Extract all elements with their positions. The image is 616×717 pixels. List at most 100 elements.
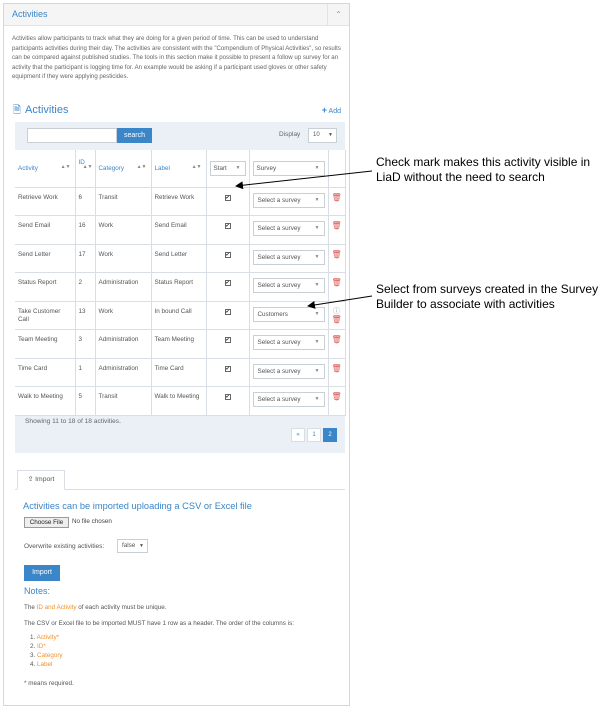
table-row: Send Email 16 Work Send Email ✔ Select a surv…: [15, 215, 346, 245]
start-checkbox[interactable]: ✔: [224, 337, 231, 343]
page-prev-button[interactable]: «: [291, 428, 305, 442]
start-checkbox[interactable]: ✔: [224, 280, 231, 286]
cell-start: ✔: [206, 386, 250, 416]
cell-start: ✔: [206, 215, 250, 245]
caret-down-icon: ▼: [314, 253, 320, 260]
survey-select[interactable]: Select a survey ▼: [252, 335, 325, 350]
choose-file-button[interactable]: Choose File: [24, 517, 69, 528]
survey-select[interactable]: Select a survey ▼: [252, 278, 325, 293]
overwrite-label: Overwrite existing activities:: [24, 543, 105, 550]
cell-category: Administration: [95, 272, 152, 302]
column-header-id[interactable]: ID ▲▼: [75, 150, 96, 188]
caret-down-icon: ▼: [314, 225, 320, 231]
cell-actions: 🗑: [328, 244, 346, 273]
plus-icon: +: [321, 105, 327, 115]
trash-icon[interactable]: 🗑: [332, 335, 342, 344]
search-input[interactable]: [27, 128, 117, 143]
survey-filter-select[interactable]: Survey ▼: [252, 160, 325, 176]
start-checkbox[interactable]: ✔: [224, 223, 231, 229]
cell-label: Send Letter: [151, 244, 207, 273]
cell-survey: Select a survey ▼: [249, 187, 329, 216]
panel-title: Activities: [12, 9, 48, 19]
column-header-survey[interactable]: Survey ▼: [249, 150, 329, 188]
import-heading: Activities can be imported uploading a C…: [23, 501, 252, 511]
cell-activity: Take Customer Call: [15, 301, 76, 330]
column-header-label[interactable]: Label ▲▼: [151, 150, 207, 188]
trash-icon[interactable]: 🗑: [332, 392, 342, 401]
caret-down-icon: ▼: [235, 164, 241, 171]
table-row: Retrieve Work 6 Transit Retrieve Work ✔ Selec…: [15, 187, 346, 216]
cell-start: ✔: [206, 329, 250, 359]
cell-id: 16: [75, 215, 96, 245]
sort-icon: ▲▼: [60, 164, 71, 170]
survey-select[interactable]: Select a survey ▼: [252, 249, 325, 265]
cell-label: Send Email: [151, 215, 207, 245]
trash-icon[interactable]: 🗑: [332, 193, 342, 202]
sort-icon: ▲▼: [191, 164, 202, 170]
display-count-select[interactable]: 10 ▼: [308, 128, 337, 143]
column-header-activity[interactable]: Activity ▲▼: [15, 150, 76, 188]
cell-id: 6: [75, 187, 96, 216]
cell-activity: Retrieve Work: [15, 187, 76, 216]
cell-category: Transit: [95, 386, 152, 416]
search-button[interactable]: search: [117, 128, 152, 143]
display-label: Display: [279, 131, 301, 138]
survey-select[interactable]: Select a survey ▼: [252, 363, 325, 379]
page-1-button[interactable]: 1: [307, 428, 321, 442]
start-checkbox[interactable]: ✔: [224, 308, 231, 315]
activities-table-area: search Display 10 ▼ Activity ▲▼ ID ▲▼ Cate…: [15, 122, 346, 453]
survey-select[interactable]: Customers ▼: [252, 306, 325, 322]
cell-label: Walk to Meeting: [151, 386, 207, 416]
cell-start: ✔: [206, 358, 250, 387]
column-header-category[interactable]: Category ▲▼: [95, 150, 152, 188]
caret-down-icon: ▼: [314, 310, 320, 317]
start-checkbox[interactable]: ✔: [224, 194, 231, 201]
cell-id: 1: [75, 358, 96, 387]
trash-icon[interactable]: 🗑: [332, 364, 342, 373]
cell-activity: Time Card: [15, 358, 76, 387]
cell-survey: Select a survey ▼: [249, 215, 329, 245]
survey-select[interactable]: Select a survey ▼: [252, 192, 325, 208]
trash-icon[interactable]: 🗑: [332, 278, 342, 287]
cell-start: ✔: [206, 272, 250, 302]
cell-id: 3: [75, 329, 96, 359]
survey-select[interactable]: Select a survey ▼: [252, 221, 325, 236]
column-header-start[interactable]: Start ▼: [206, 150, 250, 188]
column-header-actions: [328, 150, 346, 188]
cell-actions: 🗑: [328, 187, 346, 216]
table-row: Walk to Meeting 5 Transit Walk to Meeting ✔ S…: [15, 386, 346, 416]
list-item: 3. Category: [30, 652, 63, 659]
cell-id: 5: [75, 386, 96, 416]
overwrite-select[interactable]: false ▼: [117, 539, 148, 553]
import-button[interactable]: Import: [24, 565, 60, 581]
start-checkbox[interactable]: ✔: [224, 365, 231, 372]
cell-category: Work: [95, 301, 152, 330]
caret-down-icon: ▼: [314, 396, 320, 402]
page-2-button[interactable]: 2: [323, 428, 337, 442]
cell-category: Transit: [95, 187, 152, 216]
cell-survey: Select a survey ▼: [249, 386, 329, 416]
chevron-up-icon[interactable]: ⌃: [327, 4, 349, 25]
survey-select[interactable]: Select a survey ▼: [252, 392, 325, 407]
list-item: 2. ID*: [30, 643, 46, 650]
cell-activity: Send Letter: [15, 244, 76, 273]
trash-icon[interactable]: 🗑: [332, 250, 342, 259]
upload-icon: ⇪: [27, 476, 34, 483]
start-filter-select[interactable]: Start ▼: [209, 160, 246, 176]
add-activity-button[interactable]: + Add: [322, 105, 341, 115]
caret-down-icon: ▼: [139, 543, 144, 549]
start-checkbox[interactable]: ✔: [224, 251, 231, 258]
columns-order-list: 1. Activity* 2. ID* 3. Category 4. Label: [30, 633, 63, 669]
activities-panel: Activities ⌃ Activities allow participan…: [3, 3, 350, 706]
cell-activity: Team Meeting: [15, 329, 76, 359]
cell-actions: 🗑: [328, 329, 346, 359]
start-checkbox[interactable]: ✔: [224, 394, 231, 400]
caret-down-icon: ▼: [314, 339, 320, 345]
cell-id: 17: [75, 244, 96, 273]
table-row: Team Meeting 3 Administration Team Meeting ✔…: [15, 329, 346, 359]
cell-activity: Status Report: [15, 272, 76, 302]
cell-label: Retrieve Work: [151, 187, 207, 216]
trash-icon[interactable]: 🗑: [332, 315, 342, 324]
trash-icon[interactable]: 🗑: [332, 221, 342, 230]
tab-import[interactable]: ⇪ Import: [17, 470, 65, 490]
